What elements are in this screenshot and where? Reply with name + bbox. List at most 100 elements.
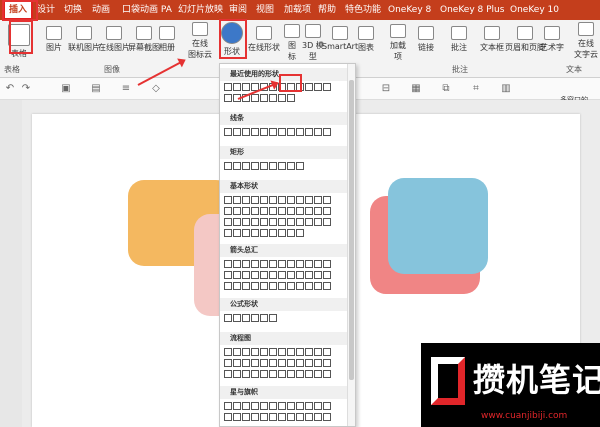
tab-slideshow[interactable]: 幻灯片放映	[178, 0, 223, 20]
undo-icon[interactable]: ↶	[4, 83, 16, 95]
online-text-icon	[578, 22, 594, 36]
flowchart-row-2[interactable]	[224, 359, 348, 369]
online-shape-icon	[256, 26, 272, 40]
header-footer-icon	[517, 26, 533, 40]
online-icon-icon	[192, 22, 208, 36]
basic-shapes-row-3[interactable]	[224, 218, 348, 228]
stars-row-2[interactable]	[224, 413, 348, 423]
basic-shapes-row-2[interactable]	[224, 207, 348, 217]
shape-tool-icon[interactable]: ◇	[150, 83, 162, 95]
online-shape-button[interactable]: 在线形状	[248, 26, 280, 53]
comment-button[interactable]: 批注	[451, 26, 467, 53]
tab-view[interactable]: 视图	[256, 0, 274, 20]
basic-shapes-row-4[interactable]	[224, 229, 348, 239]
tab-addins[interactable]: 加载项	[284, 0, 311, 20]
table-icon	[8, 24, 30, 46]
flowchart-row-1[interactable]	[224, 348, 348, 358]
wordart-icon	[544, 26, 560, 40]
online-picture-icon	[76, 26, 92, 40]
watermark-url: www.cuanjibiji.com	[481, 411, 568, 421]
table-button[interactable]: 表格	[8, 24, 30, 59]
tab-onekey8[interactable]: OneKey 8	[388, 0, 431, 20]
screenshot-button[interactable]: 屏幕截图	[128, 26, 160, 53]
tab-onekey8plus[interactable]: OneKey 8 Plus	[440, 0, 504, 20]
chart-icon	[358, 26, 374, 40]
gallery-scroll-thumb[interactable]	[349, 80, 354, 380]
watermark-logo-icon	[431, 357, 465, 405]
align-icon[interactable]: ≡	[120, 83, 132, 95]
tab-help[interactable]: 帮助	[318, 0, 336, 20]
stars-row-1[interactable]	[224, 402, 348, 412]
shapes-button[interactable]: 形状	[221, 22, 243, 57]
ribbon-tabs: 插入 设计 切换 动画 口袋动画 PA 幻灯片放映 审阅 视图 加载项 帮助 特…	[0, 0, 600, 20]
online-icon-button[interactable]: 在线 图标云	[188, 22, 212, 60]
smartart-icon	[332, 26, 349, 40]
header-footer-button[interactable]: 页眉和页脚	[505, 26, 545, 53]
section-lines: 线条	[220, 112, 348, 125]
equation-shapes-row[interactable]	[224, 314, 348, 324]
slide-thumbnail-pane[interactable]	[0, 100, 22, 427]
smartart-button[interactable]: SmartArt	[322, 26, 358, 51]
link-button[interactable]: 链接	[418, 26, 434, 53]
online-picture2-button[interactable]: 在线图片	[98, 26, 130, 53]
tab-design[interactable]: 设计	[37, 0, 55, 20]
section-recent: 最近使用的形状	[220, 68, 348, 81]
tab-animation[interactable]: 动画	[92, 0, 110, 20]
album-button[interactable]: 相册	[159, 26, 175, 53]
section-arrows: 箭头总汇	[220, 244, 348, 257]
watermark-title: 攒机笔记	[473, 361, 600, 399]
arrow-shapes-row-3[interactable]	[224, 282, 348, 292]
textbox-button[interactable]: 文本框	[480, 26, 504, 53]
shapes-gallery[interactable]: 最近使用的形状 线条 矩形 基本形状 箭头总汇 公式形状 流程图 星与旗帜	[219, 63, 356, 427]
icon-button[interactable]: 图 标	[284, 24, 300, 62]
album-icon	[159, 26, 175, 40]
tab-onekey10[interactable]: OneKey 10	[510, 0, 559, 20]
group-label-comment: 批注	[452, 65, 468, 74]
textbox-icon	[484, 26, 500, 40]
section-rectangles: 矩形	[220, 146, 348, 159]
section-basic-shapes: 基本形状	[220, 180, 348, 193]
gallery-scrollbar[interactable]	[347, 64, 355, 426]
flowchart-row-3[interactable]	[224, 370, 348, 380]
tab-transition[interactable]: 切换	[64, 0, 82, 20]
arrow-shapes-row-1[interactable]	[224, 260, 348, 270]
addins-icon	[390, 24, 406, 38]
rect-shapes-row[interactable]	[224, 162, 348, 172]
online-picture-button[interactable]: 联机图片	[68, 26, 100, 53]
picture-button[interactable]: 图片	[46, 26, 62, 53]
basic-shapes-row-1[interactable]	[224, 196, 348, 206]
distribute-icon[interactable]: ⊟	[380, 83, 392, 95]
shapes-icon	[221, 22, 243, 44]
picture-icon	[46, 26, 62, 40]
section-equation: 公式形状	[220, 298, 348, 311]
recent-shapes-row[interactable]	[224, 83, 348, 93]
wordart-button[interactable]: 艺术字	[540, 26, 564, 53]
link-icon	[418, 26, 434, 40]
arrow-shapes-row-2[interactable]	[224, 271, 348, 281]
crop-icon[interactable]: ⌗	[470, 83, 482, 95]
layer-icon[interactable]: ▥	[500, 83, 512, 95]
order-icon[interactable]: ⧉	[440, 83, 452, 95]
tab-pocket-animation[interactable]: 口袋动画 PA	[122, 0, 172, 20]
line-shapes-row[interactable]	[224, 128, 348, 138]
online-picture2-icon	[106, 26, 122, 40]
group-label-image: 图像	[104, 65, 120, 74]
group-label-table: 表格	[4, 65, 20, 74]
section-stars-banners: 星与旗帜	[220, 386, 348, 399]
tab-insert[interactable]: 插入	[3, 0, 34, 20]
group-icon[interactable]: ▦	[410, 83, 422, 95]
chart-button[interactable]: 图表	[358, 26, 374, 53]
tab-features[interactable]: 特色功能	[345, 0, 381, 20]
group-label-text: 文本	[566, 65, 582, 74]
blue-rounded-rect[interactable]	[388, 178, 488, 274]
format-icon[interactable]: ▤	[90, 83, 102, 95]
cube-icon	[304, 24, 321, 38]
screenshot-icon	[136, 26, 152, 40]
redo-icon[interactable]: ↷	[20, 83, 32, 95]
model3d-button[interactable]: 3D 模 型	[302, 24, 324, 62]
tab-review[interactable]: 审阅	[229, 0, 247, 20]
online-text-button[interactable]: 在线 文字云	[574, 22, 598, 60]
addins-button[interactable]: 加载 项	[390, 24, 406, 62]
section-flowchart: 流程图	[220, 332, 348, 345]
save-icon[interactable]: ▣	[60, 83, 72, 95]
